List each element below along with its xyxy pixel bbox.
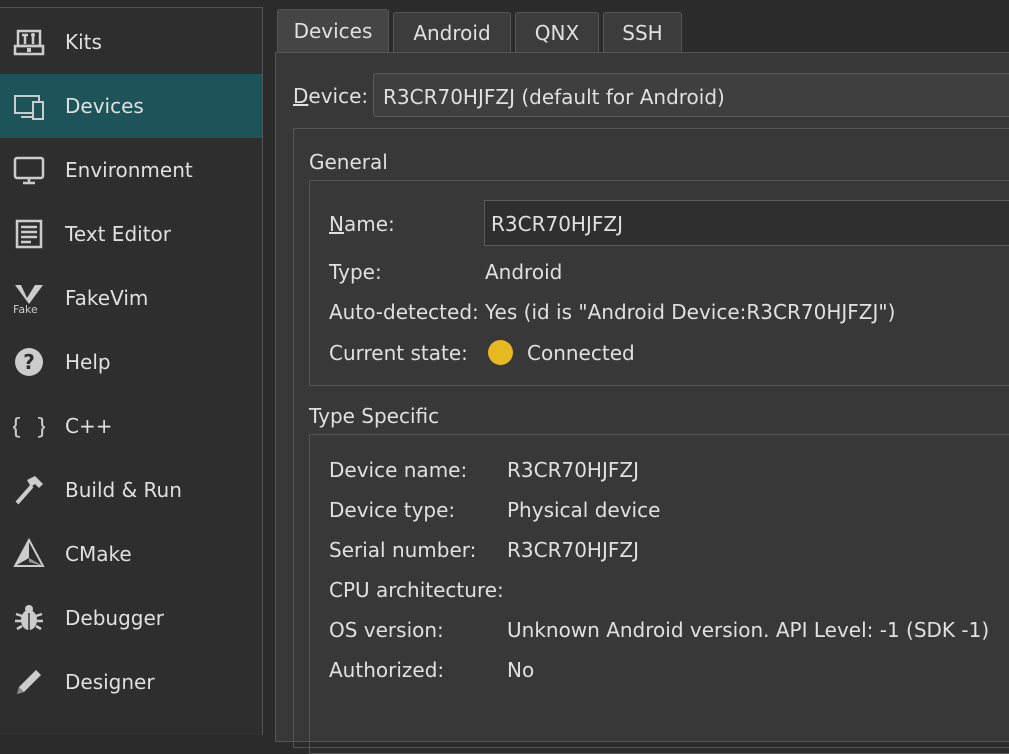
svg-text:{ }: { }: [13, 415, 45, 440]
status-dot-icon: [488, 340, 513, 365]
sidebar-item-label: Text Editor: [65, 222, 171, 246]
serial-number-value: R3CR70HJFZJ: [507, 538, 639, 562]
help-icon: ?: [13, 346, 45, 378]
device-name-text: R3CR70HJFZJ: [507, 458, 639, 482]
debugger-icon: [13, 602, 45, 634]
os-version-label: OS version:: [329, 618, 444, 642]
sidebar-item-label: Devices: [65, 94, 144, 118]
authorized-label: Authorized:: [329, 658, 445, 682]
sidebar-item-text-editor[interactable]: Text Editor: [0, 202, 262, 266]
designer-icon: [13, 666, 45, 698]
svg-text:Fake: Fake: [13, 303, 38, 314]
type-label: Type:: [329, 260, 382, 284]
auto-detected-label: Auto-detected:: [329, 300, 479, 324]
current-state-label: Current state:: [329, 341, 468, 365]
type-value: Android: [485, 260, 563, 284]
sidebar-item-label: Environment: [65, 158, 193, 182]
device-label-mnemonic: D: [293, 84, 309, 108]
sidebar-item-label: CMake: [65, 542, 132, 566]
sidebar-item-label: Designer: [65, 670, 155, 694]
name-label-mnemonic: N: [329, 212, 344, 236]
sidebar-item-help[interactable]: ? Help: [0, 330, 262, 394]
settings-sidebar: Kits Devices Environment Text Editor Fak…: [0, 7, 263, 735]
auto-detected-value: Yes (id is "Android Device:R3CR70HJFZJ"): [485, 300, 896, 324]
kits-icon: [13, 26, 45, 58]
tab-ssh[interactable]: SSH: [603, 12, 682, 52]
sidebar-item-environment[interactable]: Environment: [0, 138, 262, 202]
authorized-value: No: [507, 658, 535, 682]
text-editor-icon: [13, 218, 45, 250]
cmake-icon: [13, 538, 45, 570]
sidebar-item-debugger[interactable]: Debugger: [0, 586, 262, 650]
sidebar-item-build-run[interactable]: Build & Run: [0, 458, 262, 522]
name-label-text: ame:: [343, 212, 395, 236]
sidebar-item-fakevim[interactable]: Fake FakeVim: [0, 266, 262, 330]
device-name-label: Device name:: [329, 458, 468, 482]
tab-devices[interactable]: Devices: [277, 9, 389, 52]
os-version-value: Unknown Android version. API Level: -1 (…: [507, 618, 990, 642]
device-type-label: Device type:: [329, 498, 456, 522]
tab-label: Android: [413, 20, 491, 45]
sidebar-item-cpp[interactable]: { } C++: [0, 394, 262, 458]
tab-label: QNX: [534, 20, 580, 45]
current-state-value: Connected: [527, 341, 635, 365]
tab-label: SSH: [622, 20, 663, 45]
sidebar-item-label: Help: [65, 350, 111, 374]
sidebar-item-label: Build & Run: [65, 478, 182, 502]
sidebar-item-designer[interactable]: Designer: [0, 650, 262, 714]
tab-label: Devices: [293, 19, 373, 43]
partial-icon: [13, 730, 45, 735]
sidebar-item-label: Kits: [65, 30, 102, 54]
sidebar-item-more[interactable]: [0, 714, 262, 735]
name-label: Name:: [329, 212, 395, 236]
device-name-value: R3CR70HJFZJ: [491, 212, 623, 236]
tab-qnx[interactable]: QNX: [515, 12, 599, 52]
device-label-text: evice:: [308, 84, 369, 108]
sidebar-item-label: C++: [65, 414, 113, 438]
device-label: Device:: [293, 84, 368, 108]
general-group-title: General: [309, 150, 388, 174]
device-select[interactable]: R3CR70HJFZJ (default for Android): [373, 73, 1009, 117]
sidebar-item-label: FakeVim: [65, 286, 149, 310]
sidebar-item-label: Debugger: [65, 606, 164, 630]
device-type-value: Physical device: [507, 498, 661, 522]
sidebar-item-devices[interactable]: Devices: [0, 74, 262, 138]
cpu-architecture-label: CPU architecture:: [329, 578, 504, 602]
environment-icon: [13, 154, 45, 186]
svg-text:?: ?: [23, 350, 35, 374]
serial-number-label: Serial number:: [329, 538, 477, 562]
fakevim-icon: Fake: [13, 282, 45, 314]
tab-android[interactable]: Android: [393, 12, 511, 52]
sidebar-item-cmake[interactable]: CMake: [0, 522, 262, 586]
sidebar-item-kits[interactable]: Kits: [0, 10, 262, 74]
cpp-icon: { }: [13, 410, 45, 442]
build-run-icon: [13, 474, 45, 506]
device-name-input[interactable]: R3CR70HJFZJ: [484, 200, 1009, 246]
type-specific-group-title: Type Specific: [309, 404, 440, 428]
devices-icon: [13, 90, 45, 122]
device-select-value: R3CR70HJFZJ (default for Android): [383, 85, 725, 109]
